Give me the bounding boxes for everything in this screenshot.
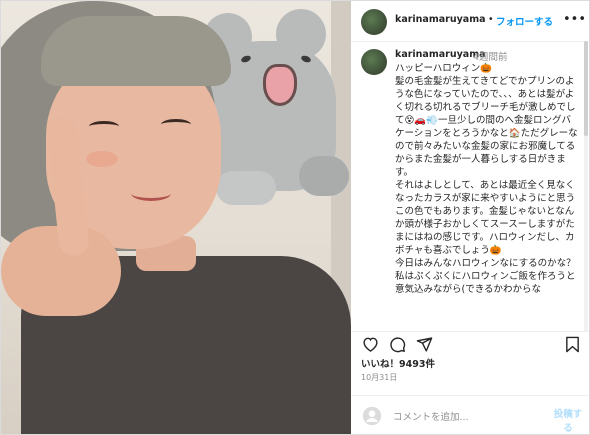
caption-avatar[interactable] [361, 49, 387, 75]
likes-count[interactable]: いいね！9493件 [361, 356, 435, 370]
comment-bar: 投稿する [351, 395, 589, 434]
post-sidebar: karinamaruyama • フォローする ••• karinamaruya… [351, 1, 589, 434]
bookmark-icon[interactable] [563, 335, 581, 353]
post-header: karinamaruyama • フォローする ••• [351, 1, 589, 42]
caption-username[interactable]: karinamaruyama [395, 49, 486, 60]
ellipsis-icon[interactable]: ••• [563, 13, 586, 27]
post-comment-button[interactable]: 投稿する [551, 406, 585, 434]
follow-button[interactable]: フォローする [496, 14, 553, 28]
person-cheek [86, 151, 118, 167]
comment-input[interactable] [391, 406, 550, 428]
send-icon[interactable] [415, 335, 433, 353]
post-photo[interactable] [1, 1, 351, 434]
scrollbar-thumb[interactable] [584, 41, 588, 136]
instagram-post-viewer: karinamaruyama • フォローする ••• karinamaruya… [0, 0, 590, 435]
caption-scrollbar[interactable] [584, 41, 588, 331]
person-eye-right [161, 119, 191, 130]
person-mouth [131, 186, 171, 201]
post-date[interactable]: 10月31日 [361, 372, 397, 383]
header-separator: • [488, 14, 494, 25]
person-bangs [41, 16, 231, 86]
avatar[interactable] [361, 9, 387, 35]
plush-mouth [263, 64, 297, 106]
person-eye-left [89, 121, 119, 132]
caption-time-ago[interactable]: 4週間前 [473, 49, 508, 63]
heart-icon[interactable] [361, 335, 379, 353]
header-username[interactable]: karinamaruyama [395, 14, 486, 25]
plush-foot [216, 171, 276, 205]
caption-text: ハッピーハロウィン🎃 髪の毛金髪が生えてきてどでかプリンのような色になっていたの… [395, 63, 578, 295]
plush-arm [299, 156, 349, 196]
comment-icon[interactable] [388, 335, 406, 353]
caption-area: karinamaruyama 4週間前 ハッピーハロウィン🎃 髪の毛金髪が生えて… [351, 41, 583, 331]
smile-icon[interactable] [361, 405, 383, 427]
action-bar [351, 331, 589, 356]
